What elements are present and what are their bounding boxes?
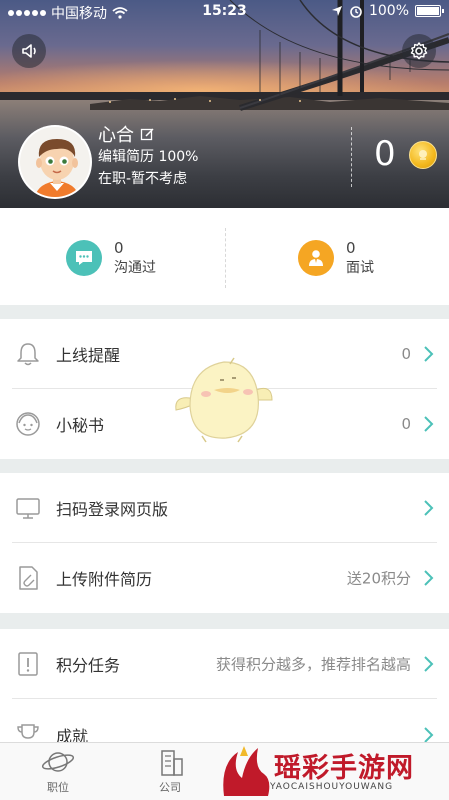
menu-row-upload-resume[interactable]: 上传附件简历 送20积分 xyxy=(0,543,449,613)
stat-label: 沟通过 xyxy=(114,260,156,276)
row-value: 送20积分 xyxy=(346,569,411,588)
watermark-title: 瑶彩手游网 xyxy=(274,753,414,784)
chevron-right-icon xyxy=(424,416,434,432)
menu-row-scan-login[interactable]: 扫码登录网页版 xyxy=(0,473,449,543)
section-gap xyxy=(0,459,449,473)
status-bar: 中国移动 15:23 100% xyxy=(0,0,449,24)
tab-label: 公司 xyxy=(159,781,181,794)
row-label: 积分任务 xyxy=(56,656,121,675)
alarm-icon xyxy=(350,6,362,18)
row-value: 0 xyxy=(401,415,411,433)
location-arrow-icon xyxy=(331,6,342,16)
section-gap xyxy=(0,305,449,319)
profile-name: 心合 xyxy=(98,125,134,146)
edit-icon[interactable] xyxy=(140,127,155,142)
chevron-right-icon xyxy=(424,570,434,586)
speaker-icon xyxy=(22,44,36,58)
battery-label: 100% xyxy=(368,3,409,19)
watermark-subtitle: YAOCAISHOUYOUWANG xyxy=(270,782,394,792)
settings-button[interactable] xyxy=(402,34,436,68)
chevron-right-icon xyxy=(424,656,434,672)
chevron-right-icon xyxy=(424,346,434,362)
stats-panel: 0 沟通过 0 面试 xyxy=(0,208,449,305)
profile-info: 心合 编辑简历 100% 在职-暂不考虑 xyxy=(98,122,198,190)
resume-completion[interactable]: 编辑简历 100% xyxy=(98,146,198,168)
chat-bubble-icon xyxy=(66,240,102,276)
profile-header: 中国移动 15:23 100% 心合 编辑简历 100% 在职-暂不考虑 0 xyxy=(0,0,449,208)
row-value: 获得积分越多，推荐排名越高 xyxy=(215,655,411,674)
row-label: 成就 xyxy=(56,727,89,742)
stats-divider xyxy=(225,228,226,288)
trophy-icon xyxy=(17,724,39,739)
monitor-icon xyxy=(16,498,40,519)
planet-icon xyxy=(41,752,75,772)
watermark: 瑶彩手游网 YAOCAISHOUYOUWANG xyxy=(216,742,449,800)
coin-icon[interactable] xyxy=(409,141,437,169)
secretary-icon xyxy=(16,412,40,436)
row-label: 小秘书 xyxy=(56,416,105,435)
stat-interview[interactable]: 0 面试 xyxy=(298,238,374,278)
coin-count[interactable]: 0 xyxy=(374,134,396,174)
menu-row-points-task[interactable]: 积分任务 获得积分越多，推荐排名越高 xyxy=(0,629,449,699)
chevron-right-icon xyxy=(424,727,434,742)
tab-positions[interactable]: 职位 xyxy=(28,747,88,795)
coin-emblem-icon xyxy=(419,150,427,160)
avatar[interactable] xyxy=(18,125,92,199)
row-label: 上线提醒 xyxy=(56,346,121,365)
chick-mascot-icon xyxy=(175,357,273,443)
stat-label: 面试 xyxy=(346,260,374,276)
tab-companies[interactable]: 公司 xyxy=(140,747,200,795)
job-status[interactable]: 在职-暂不考虑 xyxy=(98,168,198,190)
row-value: 0 xyxy=(401,345,411,363)
attachment-file-icon xyxy=(19,566,38,590)
gear-icon xyxy=(410,42,428,60)
row-label: 扫码登录网页版 xyxy=(56,500,169,519)
stat-communicated[interactable]: 0 沟通过 xyxy=(66,238,156,278)
points-task-icon xyxy=(18,652,38,676)
stat-count: 0 xyxy=(114,239,124,257)
stat-count: 0 xyxy=(346,239,356,257)
bell-icon xyxy=(17,343,39,366)
building-icon xyxy=(161,750,183,776)
interview-person-icon xyxy=(298,240,334,276)
row-label: 上传附件简历 xyxy=(56,570,153,589)
tab-label: 职位 xyxy=(47,781,69,794)
watermark-logo-icon xyxy=(223,746,270,796)
header-divider xyxy=(351,127,352,187)
menu-row-achievement[interactable]: 成就 xyxy=(0,699,449,742)
speaker-button[interactable] xyxy=(12,34,46,68)
battery-icon xyxy=(415,5,444,17)
chevron-right-icon xyxy=(424,500,434,516)
section-gap xyxy=(0,613,449,629)
